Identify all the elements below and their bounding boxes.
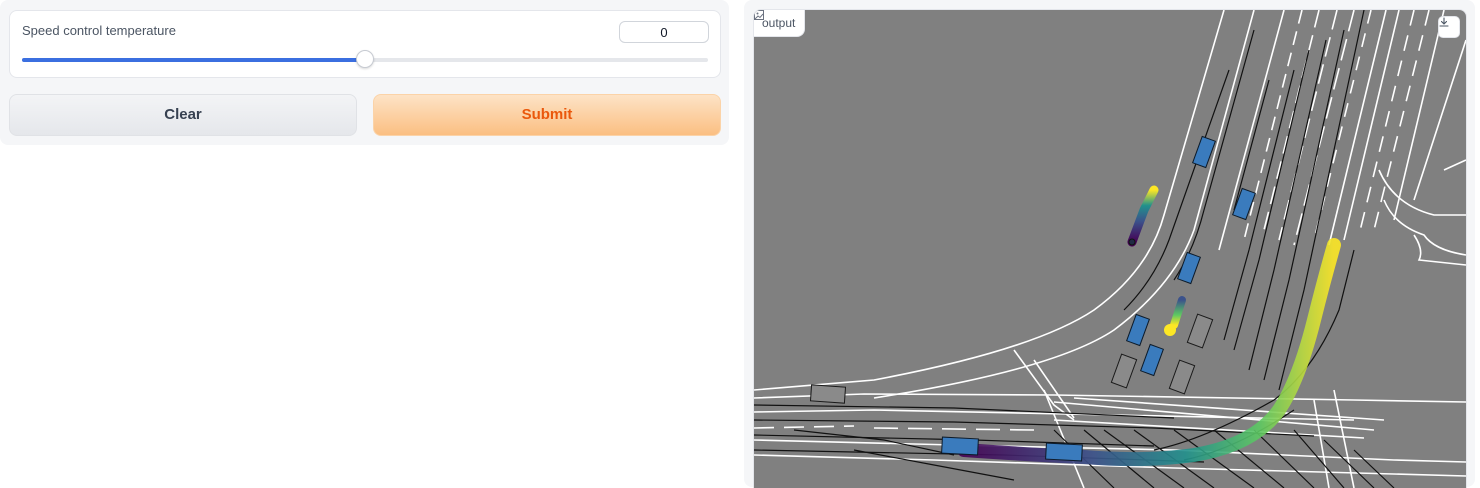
image-icon [754, 10, 764, 20]
slider-fill [22, 58, 365, 62]
submit-button[interactable]: Submit [373, 94, 721, 136]
predicted-trajectory-middle [1170, 296, 1186, 329]
vehicle [1125, 313, 1151, 347]
download-icon [1439, 17, 1449, 27]
vehicle [941, 436, 979, 456]
slider-track[interactable] [22, 50, 708, 68]
output-panel: output [744, 0, 1475, 488]
output-image: output [753, 9, 1467, 488]
download-button[interactable] [1438, 16, 1460, 38]
clear-button[interactable]: Clear [9, 94, 357, 136]
vehicle [1139, 343, 1165, 377]
predicted-endpoint [1164, 324, 1176, 336]
output-label-text: output [762, 16, 796, 30]
predicted-trajectory-upper [1127, 185, 1159, 247]
box [809, 384, 847, 404]
slider-label: Speed control temperature [22, 23, 176, 38]
lane-lines-white [754, 10, 1466, 488]
driving-scene-visualization [754, 10, 1466, 488]
slider-thumb[interactable] [356, 50, 374, 68]
controls-panel: Speed control temperature Clear Submit [0, 0, 729, 145]
vehicle [1231, 187, 1257, 221]
slider-value-input[interactable] [619, 21, 709, 43]
speed-temperature-slider-block: Speed control temperature [9, 10, 721, 78]
box [1168, 359, 1196, 395]
box [1110, 353, 1138, 389]
lane-lines-black [754, 10, 1395, 488]
agent-marker [1128, 238, 1136, 246]
output-label: output [754, 10, 806, 37]
vehicle [1045, 442, 1083, 462]
box [1186, 313, 1214, 349]
